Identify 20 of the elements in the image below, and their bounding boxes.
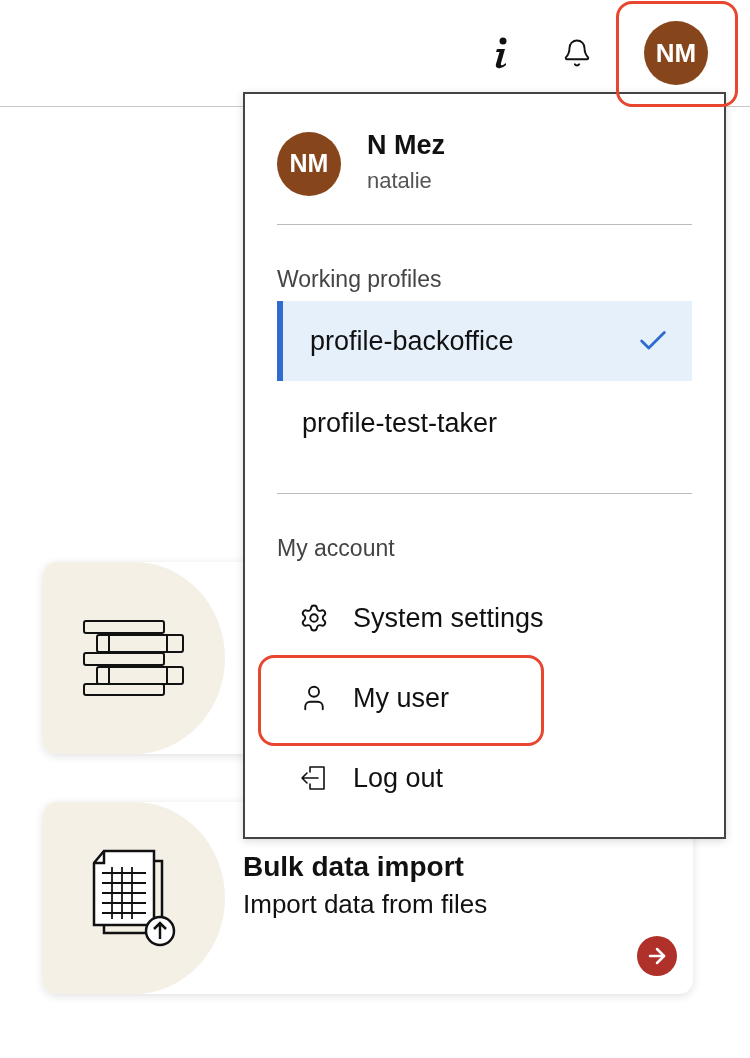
arrow-button[interactable] (637, 936, 677, 976)
user-name: N Mez (367, 129, 445, 162)
section-heading: Working profiles (277, 265, 443, 293)
section-heading: My account (277, 534, 396, 562)
books-icon (83, 620, 185, 696)
card-title: Bulk data import (243, 850, 465, 884)
spreadsheet-upload-icon (92, 849, 176, 947)
user-avatar: NM (277, 132, 341, 196)
menu-item-label: System settings (353, 601, 544, 635)
account-menu-item[interactable]: System settings (277, 588, 692, 648)
card-description: Import data from files (243, 888, 488, 921)
user-avatar-button[interactable]: NM (644, 21, 708, 85)
settings-icon (299, 603, 329, 633)
username: natalie (367, 167, 433, 195)
profile-option[interactable]: profile-backoffice (277, 301, 692, 381)
menu-item-label: My user (353, 681, 450, 715)
notifications-icon[interactable] (562, 38, 592, 68)
account-menu-item[interactable]: My user (277, 668, 692, 728)
profile-option[interactable]: profile-test-taker (277, 383, 692, 463)
menu-item-label: Log out (353, 761, 444, 795)
